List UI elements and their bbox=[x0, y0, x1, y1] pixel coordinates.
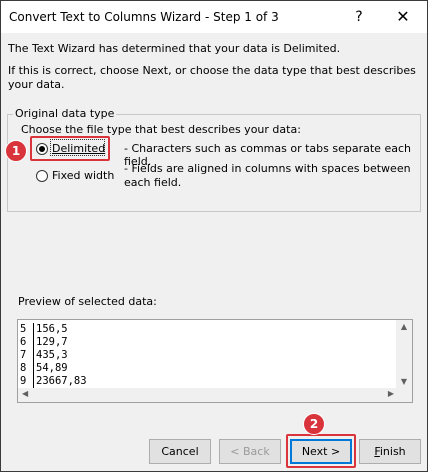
preview-row-value: 435,3 bbox=[36, 349, 68, 361]
vertical-scrollbar[interactable]: ▲ ▼ bbox=[396, 320, 412, 402]
scroll-down-icon[interactable]: ▼ bbox=[396, 377, 412, 386]
fixed-width-label[interactable]: Fixed width bbox=[52, 169, 114, 182]
scroll-up-icon[interactable]: ▲ bbox=[396, 322, 412, 331]
preview-row: 6 129,7 bbox=[18, 336, 87, 349]
preview-label: Preview of selected data: bbox=[18, 295, 157, 308]
preview-row-number: 8 bbox=[18, 362, 34, 375]
preview-row-value: 129,7 bbox=[36, 336, 68, 348]
preview-row-number: 7 bbox=[18, 349, 34, 362]
preview-row: 8 54,89 bbox=[18, 362, 87, 375]
group-legend: Original data type bbox=[13, 107, 117, 120]
cancel-button[interactable]: Cancel bbox=[149, 439, 211, 464]
preview-row-number: 9 bbox=[18, 375, 34, 388]
fixed-width-description: - Fields are aligned in columns with spa… bbox=[124, 162, 411, 189]
horizontal-scrollbar[interactable]: ◀ ▶ bbox=[18, 388, 398, 402]
window-title: Convert Text to Columns Wizard - Step 1 … bbox=[9, 10, 279, 24]
annotation-marker-2: 2 bbox=[303, 413, 325, 435]
scroll-right-icon[interactable]: ▶ bbox=[388, 389, 394, 398]
back-button[interactable]: < Back bbox=[219, 439, 281, 464]
preview-row-value: 54,89 bbox=[36, 362, 68, 374]
preview-row: 5 156,5 bbox=[18, 323, 87, 336]
preview-row-value: 23667,83 bbox=[36, 375, 87, 387]
help-button[interactable]: ? bbox=[345, 5, 373, 29]
annotation-marker-1: 1 bbox=[5, 140, 27, 162]
fixed-width-radio[interactable] bbox=[36, 170, 48, 182]
hint-text: If this is correct, choose Next, or choo… bbox=[8, 64, 416, 91]
choose-prompt: Choose the file type that best describes… bbox=[21, 123, 301, 136]
finish-button[interactable]: Finish bbox=[359, 439, 421, 464]
preview-row-number: 6 bbox=[18, 336, 34, 349]
intro-text: The Text Wizard has determined that your… bbox=[8, 42, 341, 55]
close-button[interactable]: ✕ bbox=[385, 5, 421, 29]
annotation-highlight-delimited bbox=[30, 136, 110, 161]
text-wizard-dialog: Convert Text to Columns Wizard - Step 1 … bbox=[0, 0, 428, 472]
title-bar: Convert Text to Columns Wizard - Step 1 … bbox=[1, 1, 427, 33]
preview-row: 9 23667,83 bbox=[18, 375, 87, 388]
preview-row-value: 156,5 bbox=[36, 323, 68, 335]
annotation-highlight-next bbox=[286, 434, 356, 468]
scroll-left-icon[interactable]: ◀ bbox=[22, 389, 28, 398]
preview-row-number: 5 bbox=[18, 323, 34, 336]
preview-row: 7 435,3 bbox=[18, 349, 87, 362]
preview-box[interactable]: 5156,5 6129,7 7435,3 854,89 923667,83 10… bbox=[17, 319, 413, 403]
